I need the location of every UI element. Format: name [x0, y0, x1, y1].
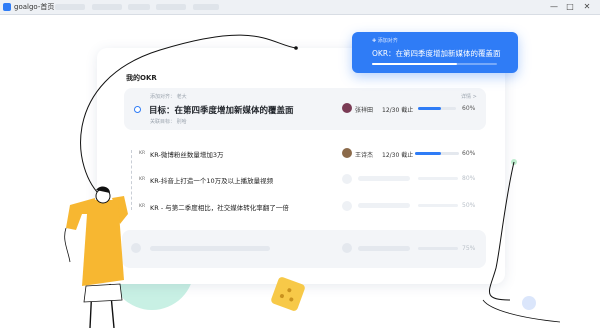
swirl-line [80, 34, 297, 199]
foreground-illustration [64, 34, 561, 328]
diamond-icon [271, 277, 305, 311]
person-figure [64, 186, 128, 328]
squiggle-line [488, 161, 515, 301]
